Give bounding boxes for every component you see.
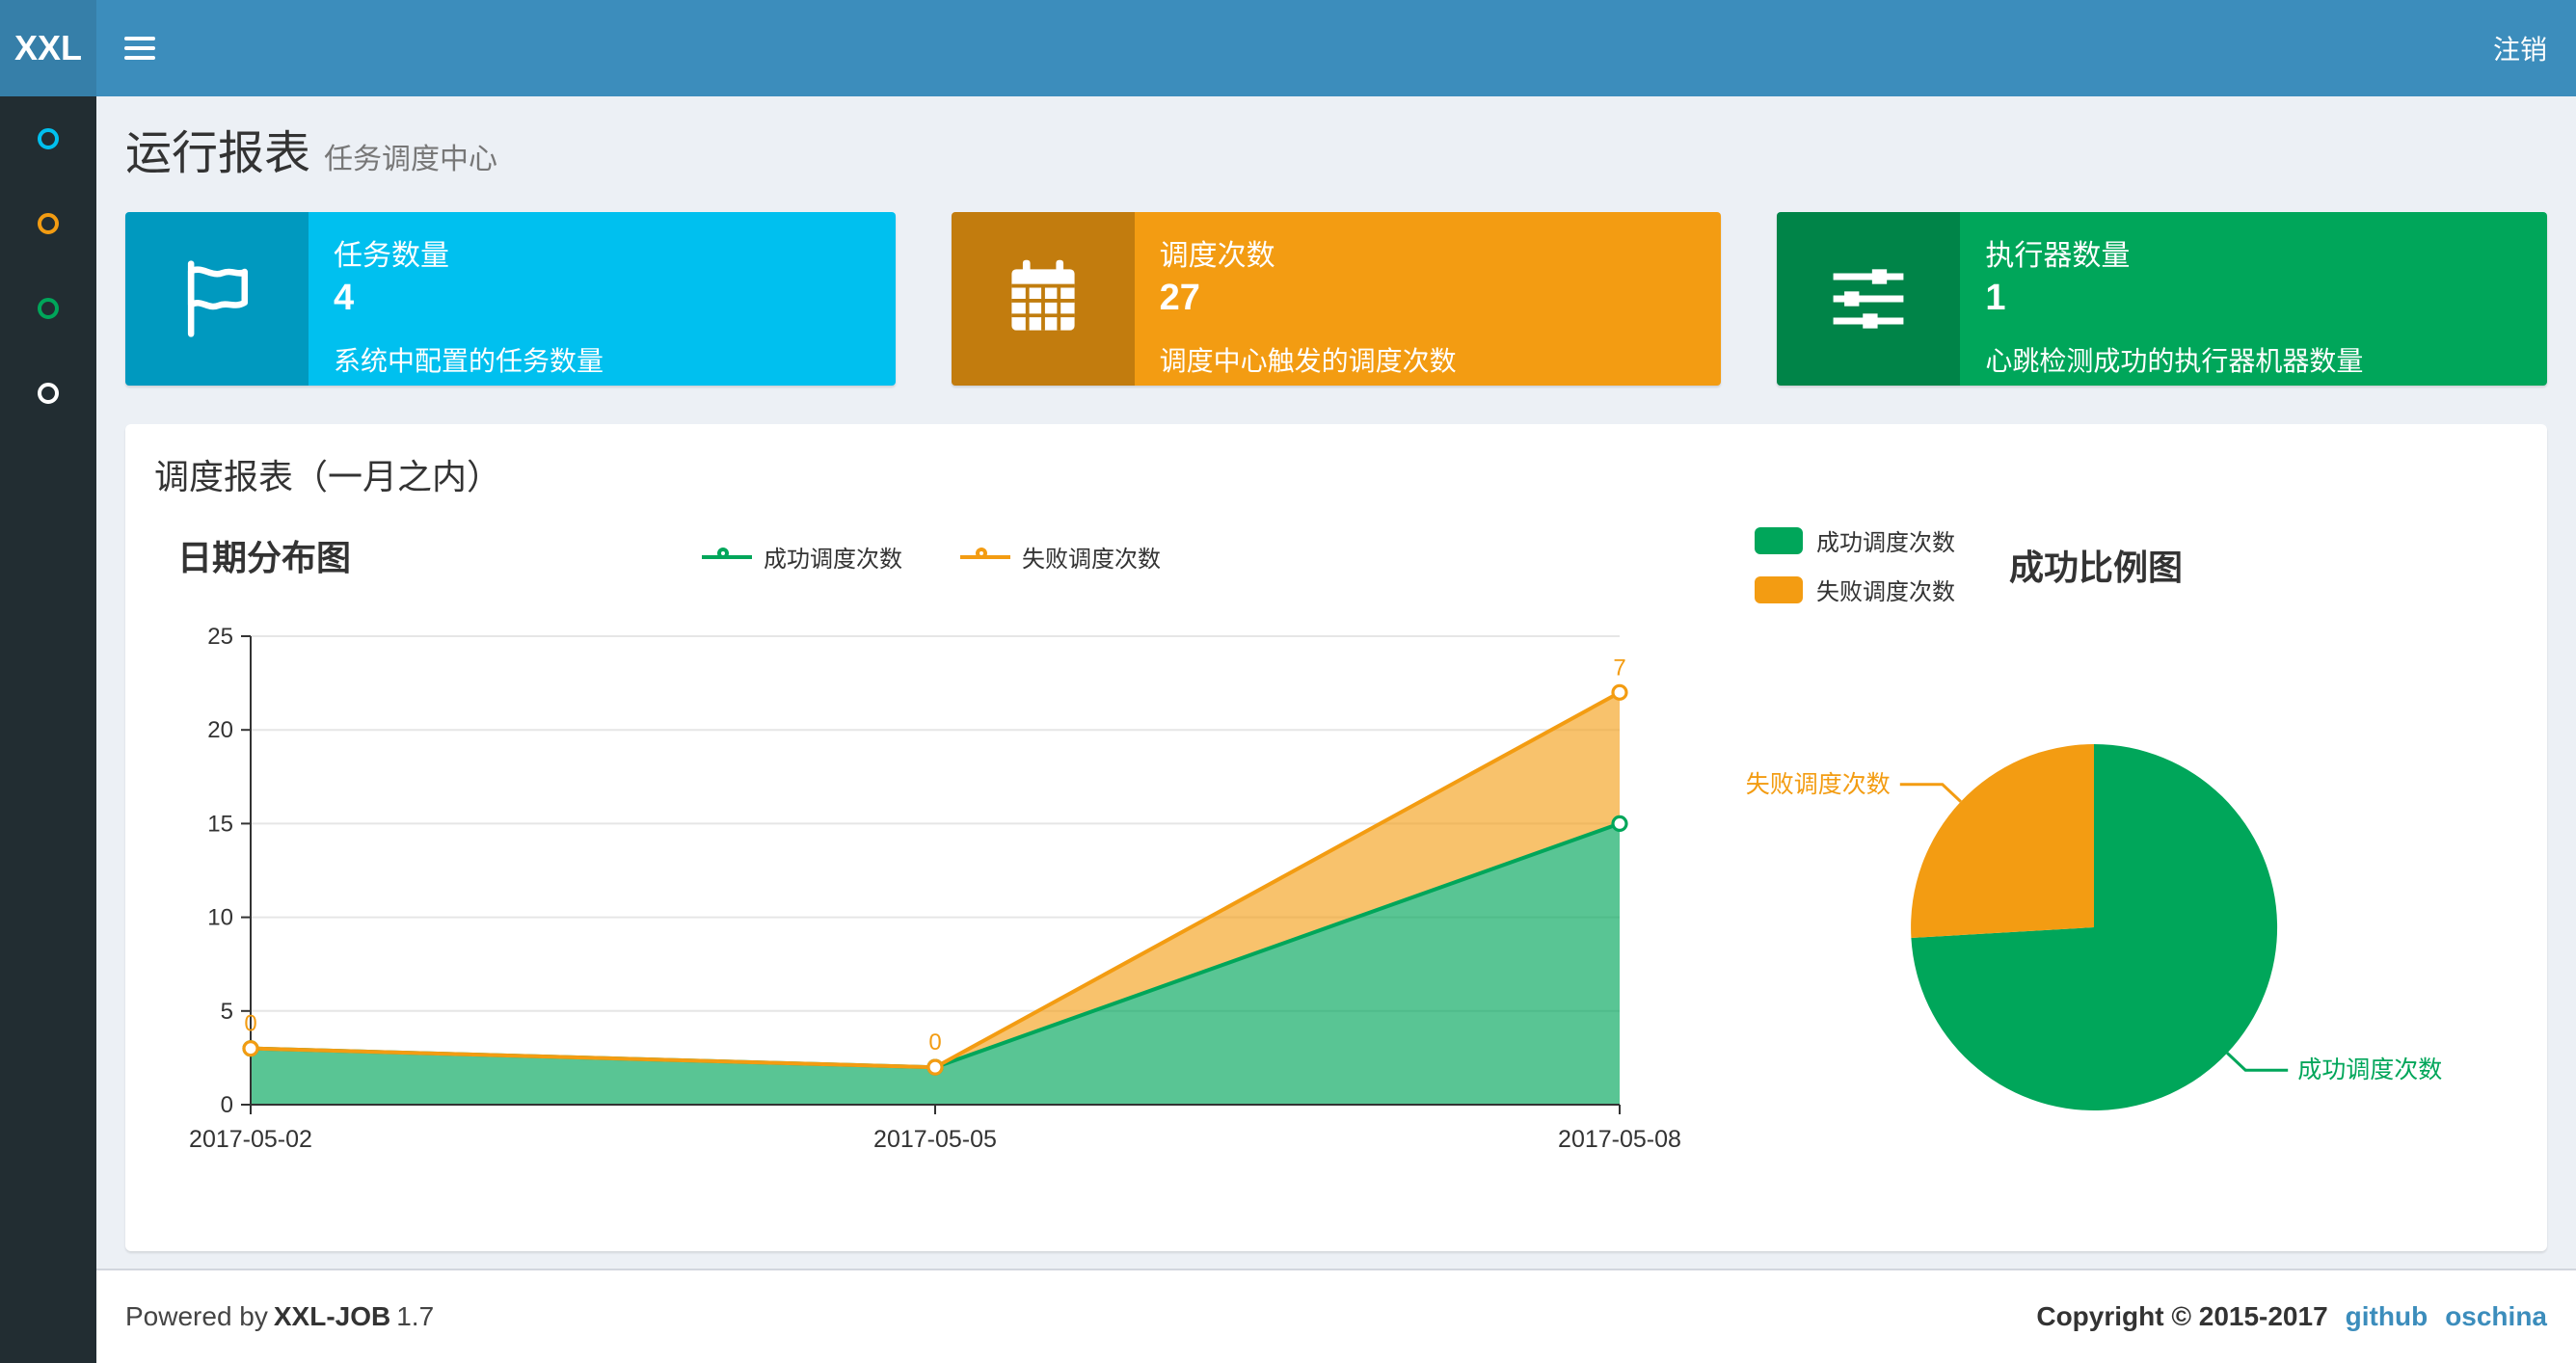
y-tick-label: 20 [207,717,233,743]
copyright-text: Copyright © 2015-2017 [2036,1301,2328,1331]
line-chart-section: 日期分布图 成功调度次数 失败调度次数 0 5 10 15 20 25 2017… [154,522,1708,1228]
legend-label: 失败调度次数 [1022,547,1161,573]
flag-icon [125,212,309,386]
legend-item-fail[interactable]: 失败调度次数 [960,540,1161,574]
product-version: 1.7 [396,1301,435,1331]
sidebar-item-3[interactable] [0,266,96,351]
point-marker-success [1611,815,1628,832]
info-box-executors: 执行器数量 1 心跳检测成功的执行器机器数量 [1777,212,2548,386]
sidebar-toggle-button[interactable] [96,0,183,96]
pie-label-line [2226,1052,2289,1072]
pie-label: 成功调度次数 [2297,1056,2442,1083]
info-box-value: 27 [1159,278,1200,318]
calendar-icon [951,212,1135,386]
circle-marker-icon [976,547,987,559]
y-tick-label: 15 [207,811,233,837]
point-marker-fail [242,1040,259,1057]
panel-body: 日期分布图 成功调度次数 失败调度次数 0 5 10 15 20 25 2017… [125,511,2547,1251]
swatch-icon [1755,526,1803,554]
pie-slice [1911,744,2094,938]
pie-chart-section: 成功调度次数 失败调度次数 成功比例图 成功调度次数 失败调度次数 [1708,522,2528,1228]
powered-prefix: Powered by [125,1301,268,1331]
line-marker-icon [702,547,752,559]
y-tick-label: 5 [221,999,233,1025]
logout-link[interactable]: 注销 [2464,0,2576,96]
date-distribution-chart: 05101520252017-05-02 2017-05-05 2017-05-08… [189,624,1681,1153]
info-box-value: 4 [334,278,355,318]
page-title-text: 运行报表 [125,128,311,179]
x-tick-label: 2017-05-08 [1558,1126,1681,1153]
x-tick-label: 2017-05-02 [189,1126,312,1153]
point-label: 7 [1613,655,1625,681]
point-marker-fail [1611,683,1628,701]
circle-icon [38,383,59,404]
swatch-icon [1755,575,1803,603]
info-box-content: 执行器数量 1 心跳检测成功的执行器机器数量 [1960,212,2547,386]
legend-label: 成功调度次数 [1816,530,1955,556]
app-logo[interactable]: XXL [0,0,96,96]
info-box-description: 心跳检测成功的执行器机器数量 [1985,346,2364,376]
circle-marker-icon [717,547,729,559]
success-ratio-pie-chart: 成功调度次数 失败调度次数 [1746,744,2442,1110]
info-box-triggers: 调度次数 27 调度中心触发的调度次数 [951,212,1722,386]
sidebar-item-2[interactable] [0,181,96,266]
hamburger-icon [124,31,155,66]
sliders-icon [1777,212,1961,386]
pie-chart-title: 成功比例图 [2009,548,2184,587]
top-navbar: XXL 注销 [0,0,2576,96]
sidebar-item-4[interactable] [0,351,96,436]
pie-chart-header: 成功调度次数 失败调度次数 成功比例图 [1708,523,2528,606]
circle-icon [38,298,59,319]
footer-powered-by: Powered by XXL-JOB 1.7 [125,1301,434,1332]
app-logo-text: XXL [13,28,82,67]
y-tick-label: 25 [207,624,233,650]
footer-copyright: Copyright © 2015-2017 github oschina [2036,1301,2547,1332]
xxl-job-dashboard: XXL 注销 运行报表 任务调度中心 任务数量 4 系统中配置的任务数量 调度次… [0,0,2576,1363]
line-marker-icon [960,547,1010,559]
sidebar [0,96,96,1363]
info-box-content: 任务数量 4 系统中配置的任务数量 [309,212,896,386]
point-label: 0 [244,1011,256,1037]
panel-header: 调度报表（一月之内） [125,424,2547,511]
legend-item-success[interactable]: 成功调度次数 [702,540,902,574]
point-label: 0 [928,1029,941,1056]
legend-item-success[interactable]: 成功调度次数 [1755,523,1955,557]
oschina-link[interactable]: oschina [2445,1301,2547,1332]
point-marker-fail [926,1058,944,1076]
legend-item-fail[interactable]: 失败调度次数 [1755,573,1955,606]
page-subtitle: 任务调度中心 [324,144,498,175]
legend-label: 成功调度次数 [764,547,902,573]
circle-icon [38,213,59,234]
info-box-row: 任务数量 4 系统中配置的任务数量 调度次数 27 调度中心触发的调度次数 执行… [125,212,2548,386]
pie-label-line [1899,783,1962,803]
pie-label: 失败调度次数 [1746,771,1891,798]
circle-icon [38,128,59,149]
report-panel: 调度报表（一月之内） 日期分布图 成功调度次数 失败调度次数 0 5 10 15… [125,424,2547,1251]
info-box-description: 调度中心触发的调度次数 [1159,346,1457,376]
info-box-label: 调度次数 [1159,240,1275,272]
info-box-description: 系统中配置的任务数量 [334,346,604,376]
info-box-label: 执行器数量 [1985,240,2131,272]
y-tick-label: 0 [221,1092,233,1118]
page-header: 运行报表 任务调度中心 [125,125,2547,189]
page-title: 运行报表 任务调度中心 [125,125,2547,189]
info-box-label: 任务数量 [334,240,449,272]
page-footer: Powered by XXL-JOB 1.7 Copyright © 2015-20… [96,1269,2576,1363]
x-tick-label: 2017-05-05 [873,1126,997,1153]
pie-chart-legend: 成功调度次数 失败调度次数 [1755,523,1955,606]
panel-title: 调度报表（一月之内） [154,457,502,496]
info-box-value: 1 [1985,278,2006,318]
line-chart-header: 日期分布图 成功调度次数 失败调度次数 [154,522,1708,588]
y-tick-label: 10 [207,905,233,931]
main-content: 运行报表 任务调度中心 任务数量 4 系统中配置的任务数量 调度次数 27 调度… [96,96,2576,1269]
product-name: XXL-JOB [273,1301,391,1331]
github-link[interactable]: github [2346,1301,2428,1332]
sidebar-item-1[interactable] [0,96,96,181]
legend-label: 失败调度次数 [1816,579,1955,605]
info-box-content: 调度次数 27 调度中心触发的调度次数 [1135,212,1722,386]
line-chart-legend: 成功调度次数 失败调度次数 [154,540,1708,574]
info-box-jobs: 任务数量 4 系统中配置的任务数量 [125,212,896,386]
